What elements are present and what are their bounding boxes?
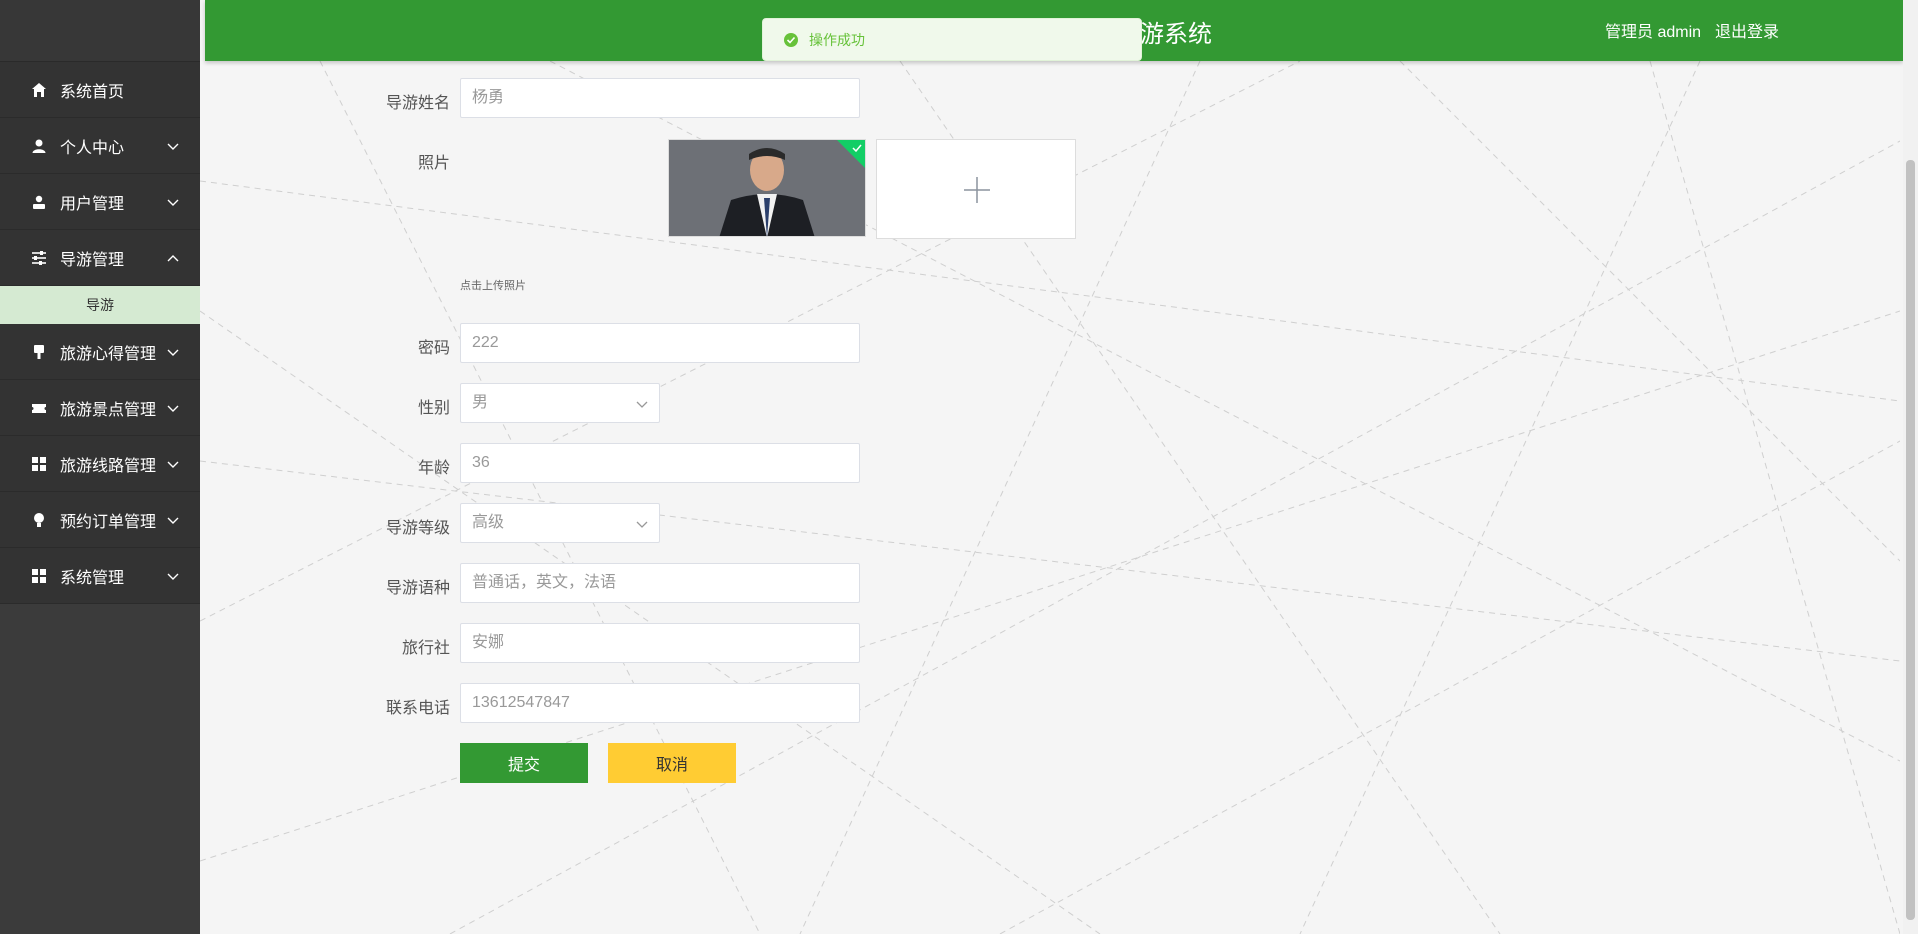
sidebar-item-label: 导游管理 — [60, 251, 125, 269]
chevron-down-icon — [167, 349, 179, 356]
guide-name-label: 导游姓名 — [385, 95, 450, 112]
sidebar-item-label: 旅游心得管理 — [60, 345, 157, 363]
guide-level-select-value: 高级 — [472, 514, 505, 531]
sidebar-item-routes[interactable]: 旅游线路管理 — [0, 436, 200, 492]
guide-level-label: 导游等级 — [385, 520, 450, 537]
home-icon — [30, 81, 48, 99]
photo-upload-button[interactable] — [876, 139, 1076, 239]
guide-language-label: 导游语种 — [385, 580, 450, 597]
password-label: 密码 — [417, 340, 450, 357]
age-label: 年龄 — [417, 460, 450, 477]
chevron-down-icon — [636, 401, 648, 408]
travel-agency-label: 旅行社 — [401, 640, 450, 657]
user-icon — [30, 137, 48, 155]
sidebar-item-system[interactable]: 系统管理 — [0, 548, 200, 604]
success-toast: 操作成功 — [762, 18, 1142, 61]
phone-input[interactable]: 13612547847 — [460, 683, 860, 723]
plus-icon — [964, 177, 990, 203]
sidebar-item-guides[interactable]: 导游管理 — [0, 230, 200, 286]
scrollbar-thumb[interactable] — [1906, 160, 1915, 920]
sliders-icon — [30, 249, 48, 267]
logout-link[interactable]: 退出登录 — [1715, 18, 1779, 42]
grid-icon — [30, 455, 48, 473]
submit-button[interactable]: 提交 — [460, 743, 588, 783]
age-input[interactable]: 36 — [460, 443, 860, 483]
gender-select[interactable]: 男 — [460, 383, 660, 423]
chevron-down-icon — [167, 143, 179, 150]
photo-upload-hint: 点击上传照片 — [460, 280, 526, 292]
check-icon — [852, 144, 862, 153]
phone-label: 联系电话 — [385, 700, 450, 717]
bulb-icon — [30, 511, 48, 529]
chevron-down-icon — [167, 405, 179, 412]
chevron-down-icon — [636, 521, 648, 528]
gender-select-value: 男 — [472, 394, 489, 411]
page-scrollbar[interactable] — [1903, 0, 1918, 934]
sidebar-item-label: 用户管理 — [60, 195, 125, 213]
user-manage-icon — [30, 193, 48, 211]
photo-thumbnail[interactable] — [668, 139, 866, 237]
password-input[interactable]: 222 — [460, 323, 860, 363]
gender-label: 性别 — [417, 400, 450, 417]
chevron-down-icon — [167, 199, 179, 206]
chevron-down-icon — [167, 573, 179, 580]
chevron-down-icon — [167, 517, 179, 524]
sidebar-item-attractions[interactable]: 旅游景点管理 — [0, 380, 200, 436]
sidebar-item-label: 个人中心 — [60, 139, 125, 157]
sidebar-item-profile[interactable]: 个人中心 — [0, 118, 200, 174]
sidebar-brand — [0, 0, 200, 62]
toast-message: 操作成功 — [809, 31, 865, 48]
guide-language-input[interactable]: 普通话，英文，法语 — [460, 563, 860, 603]
chevron-down-icon — [167, 461, 179, 468]
ticket-icon — [30, 399, 48, 417]
app-title: 游系统 — [1140, 21, 1212, 48]
sidebar-subitem-label: 导游 — [86, 297, 114, 313]
sidebar-item-label: 系统管理 — [60, 569, 125, 587]
sidebar-item-users[interactable]: 用户管理 — [0, 174, 200, 230]
sidebar-item-label: 旅游线路管理 — [60, 457, 157, 475]
guide-name-input[interactable]: 杨勇 — [460, 78, 860, 118]
sidebar-subitem-guide[interactable]: 导游 — [0, 286, 200, 324]
sidebar: 系统首页 个人中心 用户管理 导游管理 导游 旅游心得管理 旅游景点管理 旅游线… — [0, 0, 200, 934]
sidebar-item-home[interactable]: 系统首页 — [0, 62, 200, 118]
brush-icon — [30, 343, 48, 361]
sidebar-item-orders[interactable]: 预约订单管理 — [0, 492, 200, 548]
sidebar-item-label: 系统首页 — [60, 83, 125, 101]
check-circle-icon — [784, 32, 798, 47]
current-user-label: 管理员 admin — [1605, 24, 1702, 41]
chevron-up-icon — [167, 254, 179, 261]
guide-level-select[interactable]: 高级 — [460, 503, 660, 543]
cancel-button[interactable]: 取消 — [608, 743, 736, 783]
main-content: 导游姓名 杨勇 照片 点击上传照片 密码 222 性别 男 年龄 36 导游等级… — [200, 61, 1900, 934]
travel-agency-input[interactable]: 安娜 — [460, 623, 860, 663]
sidebar-item-label: 预约订单管理 — [60, 513, 157, 531]
photo-label: 照片 — [417, 155, 450, 172]
grid-icon — [30, 567, 48, 585]
sidebar-item-label: 旅游景点管理 — [60, 401, 157, 419]
sidebar-item-experience[interactable]: 旅游心得管理 — [0, 324, 200, 380]
